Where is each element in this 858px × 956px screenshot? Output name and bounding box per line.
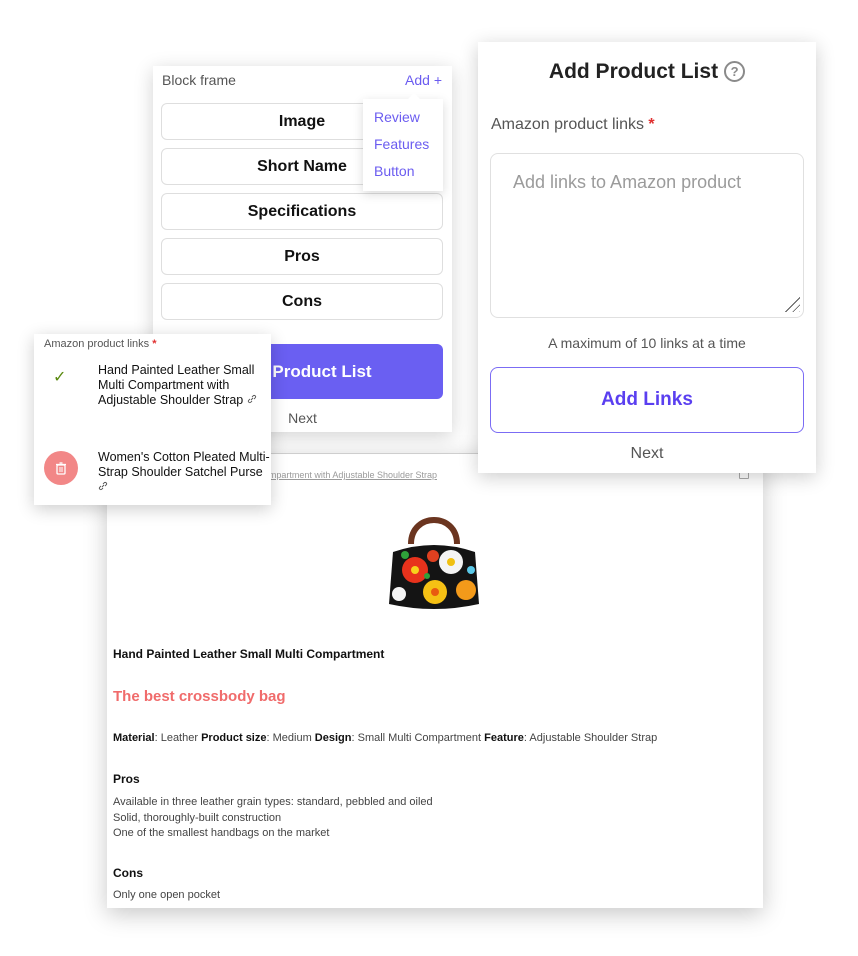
spec-value: Small Multi Compartment (357, 732, 482, 744)
menu-item-button[interactable]: Button (374, 163, 414, 179)
link-icon[interactable] (247, 394, 257, 407)
panel-title: Add Product List? (478, 60, 816, 84)
add-block-menu: Review Features Button (363, 93, 443, 191)
spec-key: Material (113, 732, 155, 744)
product-specs: Material: Leather Product size: Medium D… (113, 732, 658, 744)
link-item[interactable]: Hand Painted Leather Small Multi Compart… (98, 363, 270, 409)
pros-item: One of the smallest handbags on the mark… (113, 827, 330, 839)
pros-list: Available in three leather grain types: … (113, 795, 433, 842)
links-card-label: Amazon product links * (44, 338, 157, 350)
pros-heading: Pros (113, 772, 140, 786)
field-label: Amazon product links * (491, 116, 655, 133)
links-limit-hint: A maximum of 10 links at a time (548, 335, 746, 351)
spec-key: Product size (201, 732, 267, 744)
block-item-cons[interactable]: Cons (161, 283, 443, 320)
required-mark: * (152, 338, 157, 350)
amazon-links-card: Amazon product links * ✓ Hand Painted Le… (34, 334, 271, 505)
spec-value: Leather (160, 732, 199, 744)
block-item-pros[interactable]: Pros (161, 238, 443, 275)
menu-item-review[interactable]: Review (374, 109, 420, 125)
add-block-button[interactable]: Add + (405, 72, 442, 88)
spec-key: Feature (484, 732, 524, 744)
delete-link-button[interactable] (44, 451, 78, 485)
spec-key: Design (314, 732, 352, 744)
block-frame-title: Block frame (162, 72, 236, 88)
pros-item: Solid, thoroughly-built construction (113, 811, 282, 824)
question-circle-icon[interactable]: ? (724, 61, 746, 82)
link-item[interactable]: Women's Cotton Pleated Multi-Strap Shoul… (98, 450, 270, 496)
block-item-specifications[interactable]: Specifications (161, 193, 443, 230)
add-links-button[interactable]: Add Links (490, 367, 804, 433)
product-image (371, 492, 497, 620)
required-mark: * (648, 116, 655, 133)
link-icon[interactable] (98, 481, 108, 494)
cons-item: Only one open pocket (113, 889, 221, 901)
spec-value: Medium (272, 732, 312, 744)
product-preview: Hand Painted Leather Small Multi Compart… (107, 453, 763, 908)
add-product-list-panel: Add Product List? Amazon product links *… (478, 42, 816, 473)
spec-value: Adjustable Shoulder Strap (529, 732, 658, 744)
amazon-links-input[interactable] (490, 153, 804, 318)
next-button[interactable]: Next (478, 445, 816, 463)
pros-item: Available in three leather grain types: … (113, 796, 433, 808)
product-tagline: The best crossbody bag (113, 688, 286, 705)
trash-icon (56, 461, 66, 475)
product-title: Hand Painted Leather Small Multi Compart… (113, 647, 385, 661)
menu-item-features[interactable]: Features (374, 136, 429, 152)
cons-list: Only one open pocket (113, 889, 220, 901)
check-icon: ✓ (53, 369, 67, 386)
cons-heading: Cons (113, 866, 143, 880)
